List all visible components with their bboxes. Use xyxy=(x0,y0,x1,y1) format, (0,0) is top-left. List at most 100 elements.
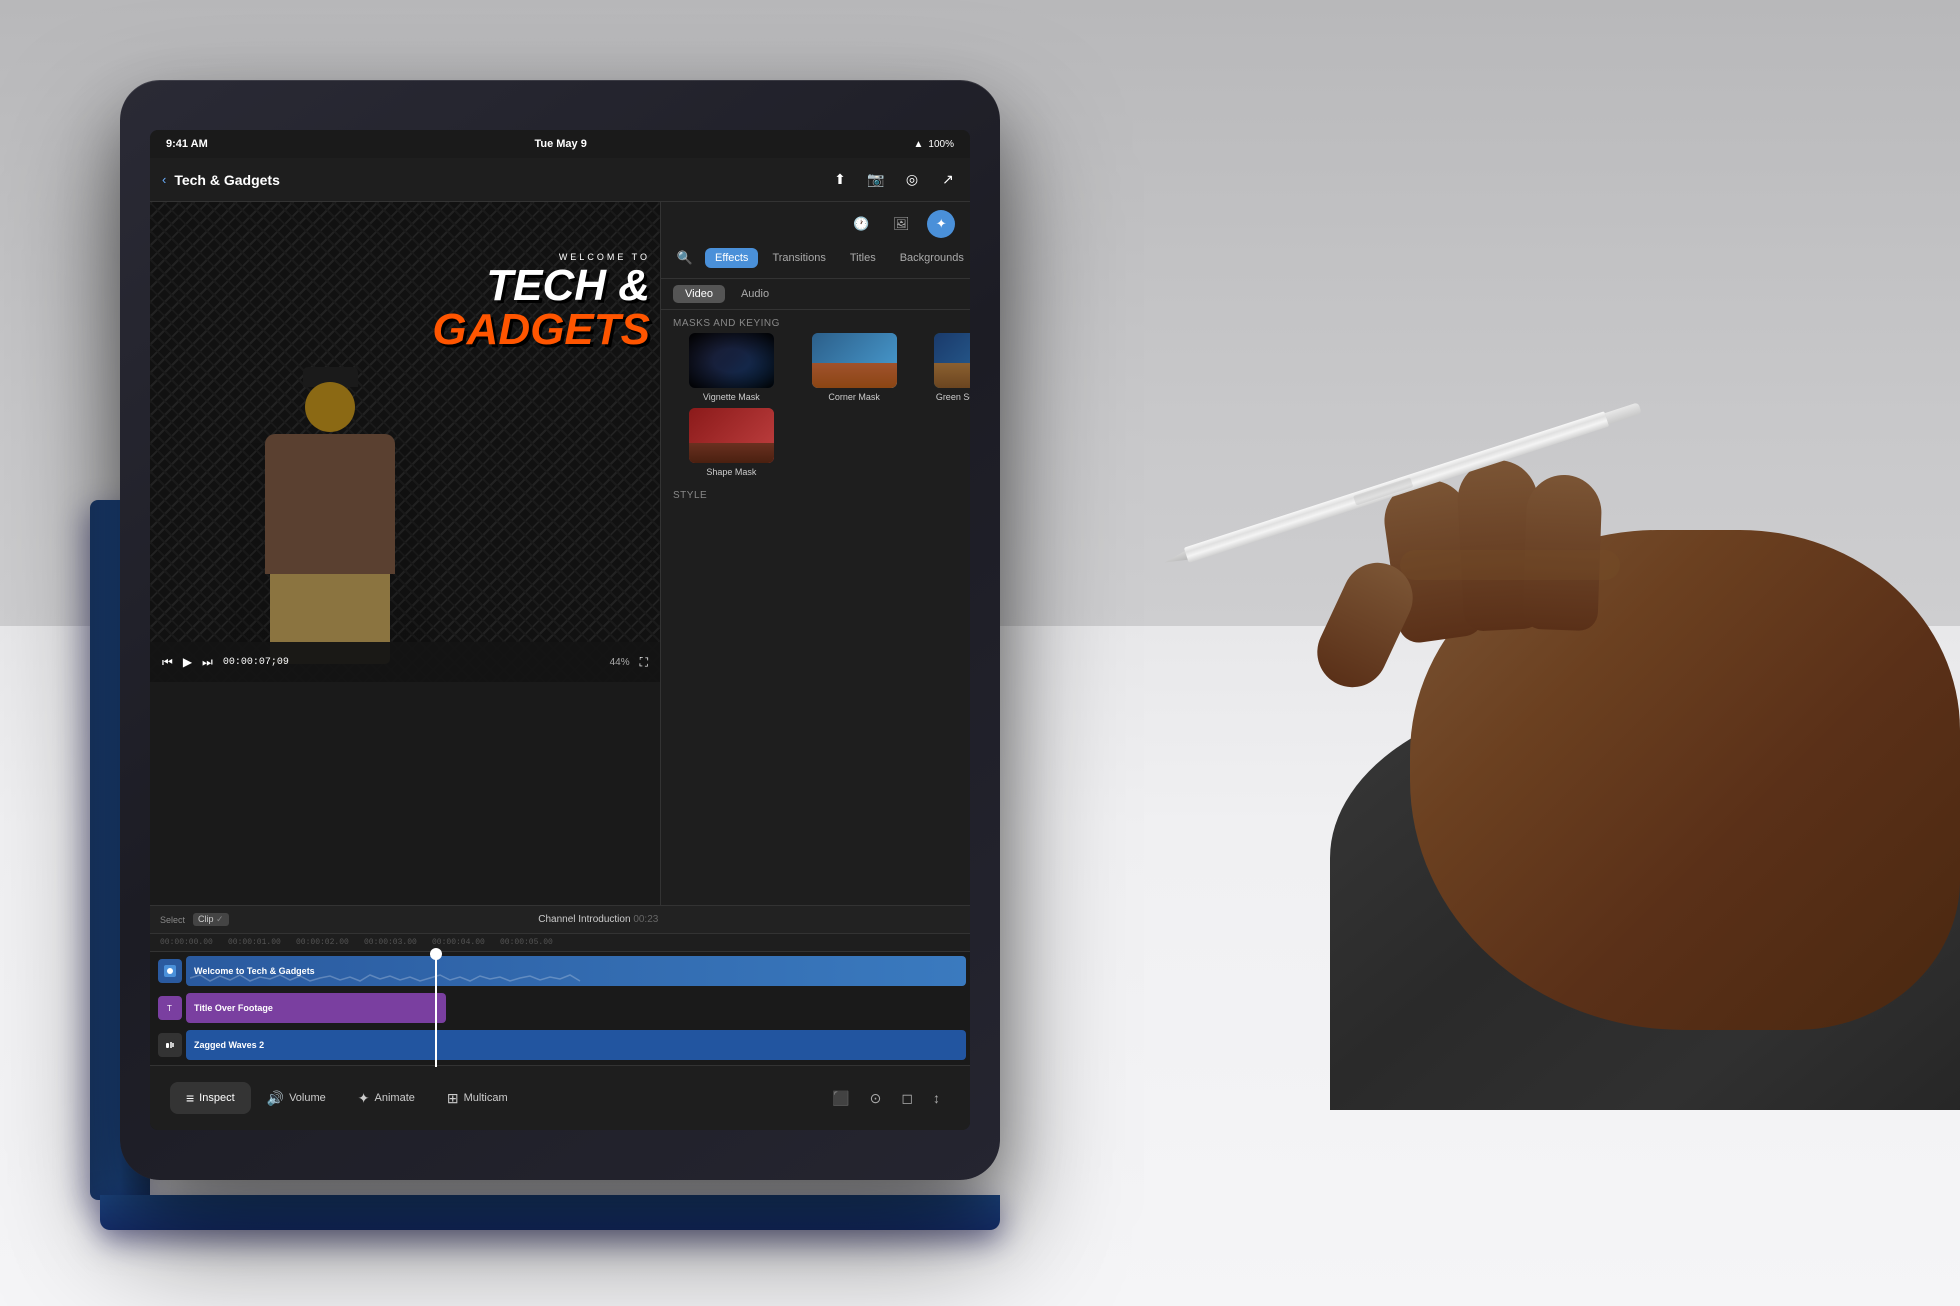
ruler-tick-3: 00:00:03.00 xyxy=(364,938,432,947)
animate-button[interactable]: ✦ Animate xyxy=(342,1082,431,1115)
ruler-tick-5: 00:00:05.00 xyxy=(500,938,568,947)
subtab-audio[interactable]: Audio xyxy=(729,285,781,303)
nav-icons: ⬆ 📷 ◎ ↗ xyxy=(830,170,958,190)
content-area: WELCOME TO Tech & Gadgets ⏮ ▶ ⏭ xyxy=(150,202,970,910)
fullscreen-btn[interactable]: ⛶ xyxy=(640,655,648,670)
bottom-toolbar: ≡ Inspect 🔊 Volume ✦ Animate ⊞ Multicam xyxy=(150,1065,970,1130)
search-icon[interactable]: 🔍 xyxy=(673,246,697,270)
clock-icon[interactable]: 🕐 xyxy=(847,210,875,238)
video-preview: WELCOME TO Tech & Gadgets ⏮ ▶ ⏭ xyxy=(150,202,660,682)
effect-shape[interactable]: Shape Mask xyxy=(673,408,790,477)
track-audio-clip[interactable]: Zagged Waves 2 xyxy=(186,1030,966,1060)
section-title: MASKS AND KEYING xyxy=(661,310,792,333)
tech-text: Tech & xyxy=(486,261,650,310)
upload-icon[interactable]: ⬆ xyxy=(830,170,850,190)
corner-thumb xyxy=(812,333,897,388)
ruler-tick-2: 00:00:02.00 xyxy=(296,938,364,947)
multicam-button[interactable]: ⊞ Multicam xyxy=(431,1082,524,1115)
track-video: Welcome to Tech & Gadgets xyxy=(150,953,970,989)
ruler-tick-4: 00:00:04.00 xyxy=(432,938,500,947)
subtab-video[interactable]: Video xyxy=(673,285,725,303)
panel-tabs: Effects Transitions Titles Backgrounds O… xyxy=(705,248,970,268)
timeline-tracks: Welcome to Tech & Gadgets T xyxy=(150,953,970,1067)
track-video-icon xyxy=(158,959,182,983)
panel-top-icons: 🕐 🖼 ✦ ⊙ … xyxy=(661,202,970,238)
effect-vignette[interactable]: Vignette Mask xyxy=(673,333,790,402)
track-video-clip[interactable]: Welcome to Tech & Gadgets xyxy=(186,956,966,986)
vignette-thumb xyxy=(689,333,774,388)
gadgets-text: Gadgets xyxy=(432,305,650,354)
greenscreen-label: Green Screen Keyer xyxy=(936,392,970,402)
scene: 9:41 AM Tue May 9 ▲ 100% ‹ Tech & Gadget… xyxy=(0,0,1960,1306)
status-bar: 9:41 AM Tue May 9 ▲ 100% xyxy=(150,130,970,158)
photo-icon[interactable]: 🖼 xyxy=(887,210,915,238)
track-audio: Zagged Waves 2 xyxy=(150,1027,970,1063)
multicam-icon: ⊞ xyxy=(447,1090,459,1107)
timeline-icon-4[interactable]: ↕ xyxy=(933,1090,940,1106)
wifi-icon: ▲ xyxy=(914,139,924,150)
tab-titles[interactable]: Titles xyxy=(840,248,886,268)
track-audio-icon xyxy=(158,1033,182,1057)
ipad-screen: 9:41 AM Tue May 9 ▲ 100% ‹ Tech & Gadget… xyxy=(150,130,970,1130)
status-time: 9:41 AM xyxy=(166,138,208,150)
effects-section-row: MASKS AND KEYING 5 Items xyxy=(661,310,970,333)
timeline-clip-title: Channel Introduction 00:23 xyxy=(237,914,960,925)
volume-icon: 🔊 xyxy=(267,1090,284,1107)
vignette-label: Vignette Mask xyxy=(703,392,760,402)
timeline-ruler: 00:00:00.00 00:00:01.00 00:00:02.00 00:0… xyxy=(150,934,970,952)
camera-icon[interactable]: 📷 xyxy=(866,170,886,190)
main-heading: Tech & Gadgets xyxy=(432,264,650,352)
timeline-icon-3[interactable]: ◻ xyxy=(901,1090,913,1107)
effects-icon[interactable]: ✦ xyxy=(927,210,955,238)
color-icon[interactable]: ⊙ xyxy=(967,210,970,238)
back-button[interactable]: ‹ xyxy=(162,172,166,187)
person-body xyxy=(265,434,395,574)
spacer xyxy=(150,682,660,910)
tab-effects[interactable]: Effects xyxy=(705,248,758,268)
playhead xyxy=(435,953,437,1067)
person-head xyxy=(305,382,355,432)
select-label: Select xyxy=(160,915,185,925)
timeline-icon-2[interactable]: ⊙ xyxy=(870,1090,882,1107)
style-title: STYLE xyxy=(673,490,707,501)
ipad-device: 9:41 AM Tue May 9 ▲ 100% ‹ Tech & Gadget… xyxy=(120,80,1220,1220)
play-btn[interactable]: ▶ xyxy=(183,655,192,669)
animate-label: Animate xyxy=(375,1092,415,1104)
inspect-button[interactable]: ≡ Inspect xyxy=(170,1082,251,1114)
project-title: Tech & Gadgets xyxy=(174,172,822,188)
animate-icon: ✦ xyxy=(358,1090,370,1107)
right-panel: 🕐 🖼 ✦ ⊙ … 🔍 Effects Transitions xyxy=(660,202,970,910)
video-title-overlay: WELCOME TO Tech & Gadgets xyxy=(432,252,650,352)
tab-transitions[interactable]: Transitions xyxy=(762,248,835,268)
video-person xyxy=(230,362,430,642)
skip-back-btn[interactable]: ⏮ xyxy=(162,655,173,670)
share-icon[interactable]: ↗ xyxy=(938,170,958,190)
skip-forward-btn[interactable]: ⏭ xyxy=(202,655,213,670)
timeline-area: Select Clip ✓ Channel Introduction 00:23… xyxy=(150,905,970,1065)
shape-label: Shape Mask xyxy=(706,467,756,477)
inspect-icon: ≡ xyxy=(186,1090,194,1106)
ruler-tick-0: 00:00:00.00 xyxy=(160,938,228,947)
left-panel: WELCOME TO Tech & Gadgets ⏮ ▶ ⏭ xyxy=(150,202,660,910)
volume-button[interactable]: 🔊 Volume xyxy=(251,1082,342,1115)
track-2-label: Title Over Footage xyxy=(194,1003,273,1013)
inspect-label: Inspect xyxy=(199,1092,234,1104)
waveform-1 xyxy=(186,973,966,983)
status-icons: ▲ 100% xyxy=(914,139,954,150)
track-title-clip[interactable]: Title Over Footage xyxy=(186,993,446,1023)
timeline-bottom-icons: ⬛ ⊙ ◻ ↕ xyxy=(524,1090,950,1107)
status-date: Tue May 9 xyxy=(534,138,586,150)
timeline-icon-1[interactable]: ⬛ xyxy=(832,1090,849,1107)
timecode-display: 00:00:07;09 xyxy=(223,657,289,668)
tab-backgrounds[interactable]: Backgrounds xyxy=(890,248,970,268)
video-controls: ⏮ ▶ ⏭ 00:00:07;09 44% ⛶ xyxy=(150,642,660,682)
multicam-label: Multicam xyxy=(464,1092,508,1104)
svg-text:T: T xyxy=(167,1004,172,1013)
track-title-icon: T xyxy=(158,996,182,1020)
effect-corner[interactable]: Corner Mask xyxy=(796,333,913,402)
ipad-case-bottom xyxy=(100,1195,1000,1230)
effect-greenscreen[interactable]: Green Screen Keyer xyxy=(918,333,970,402)
location-icon[interactable]: ◎ xyxy=(902,170,922,190)
greenscreen-thumb xyxy=(934,333,970,388)
timeline-header: Select Clip ✓ Channel Introduction 00:23 xyxy=(150,906,970,934)
